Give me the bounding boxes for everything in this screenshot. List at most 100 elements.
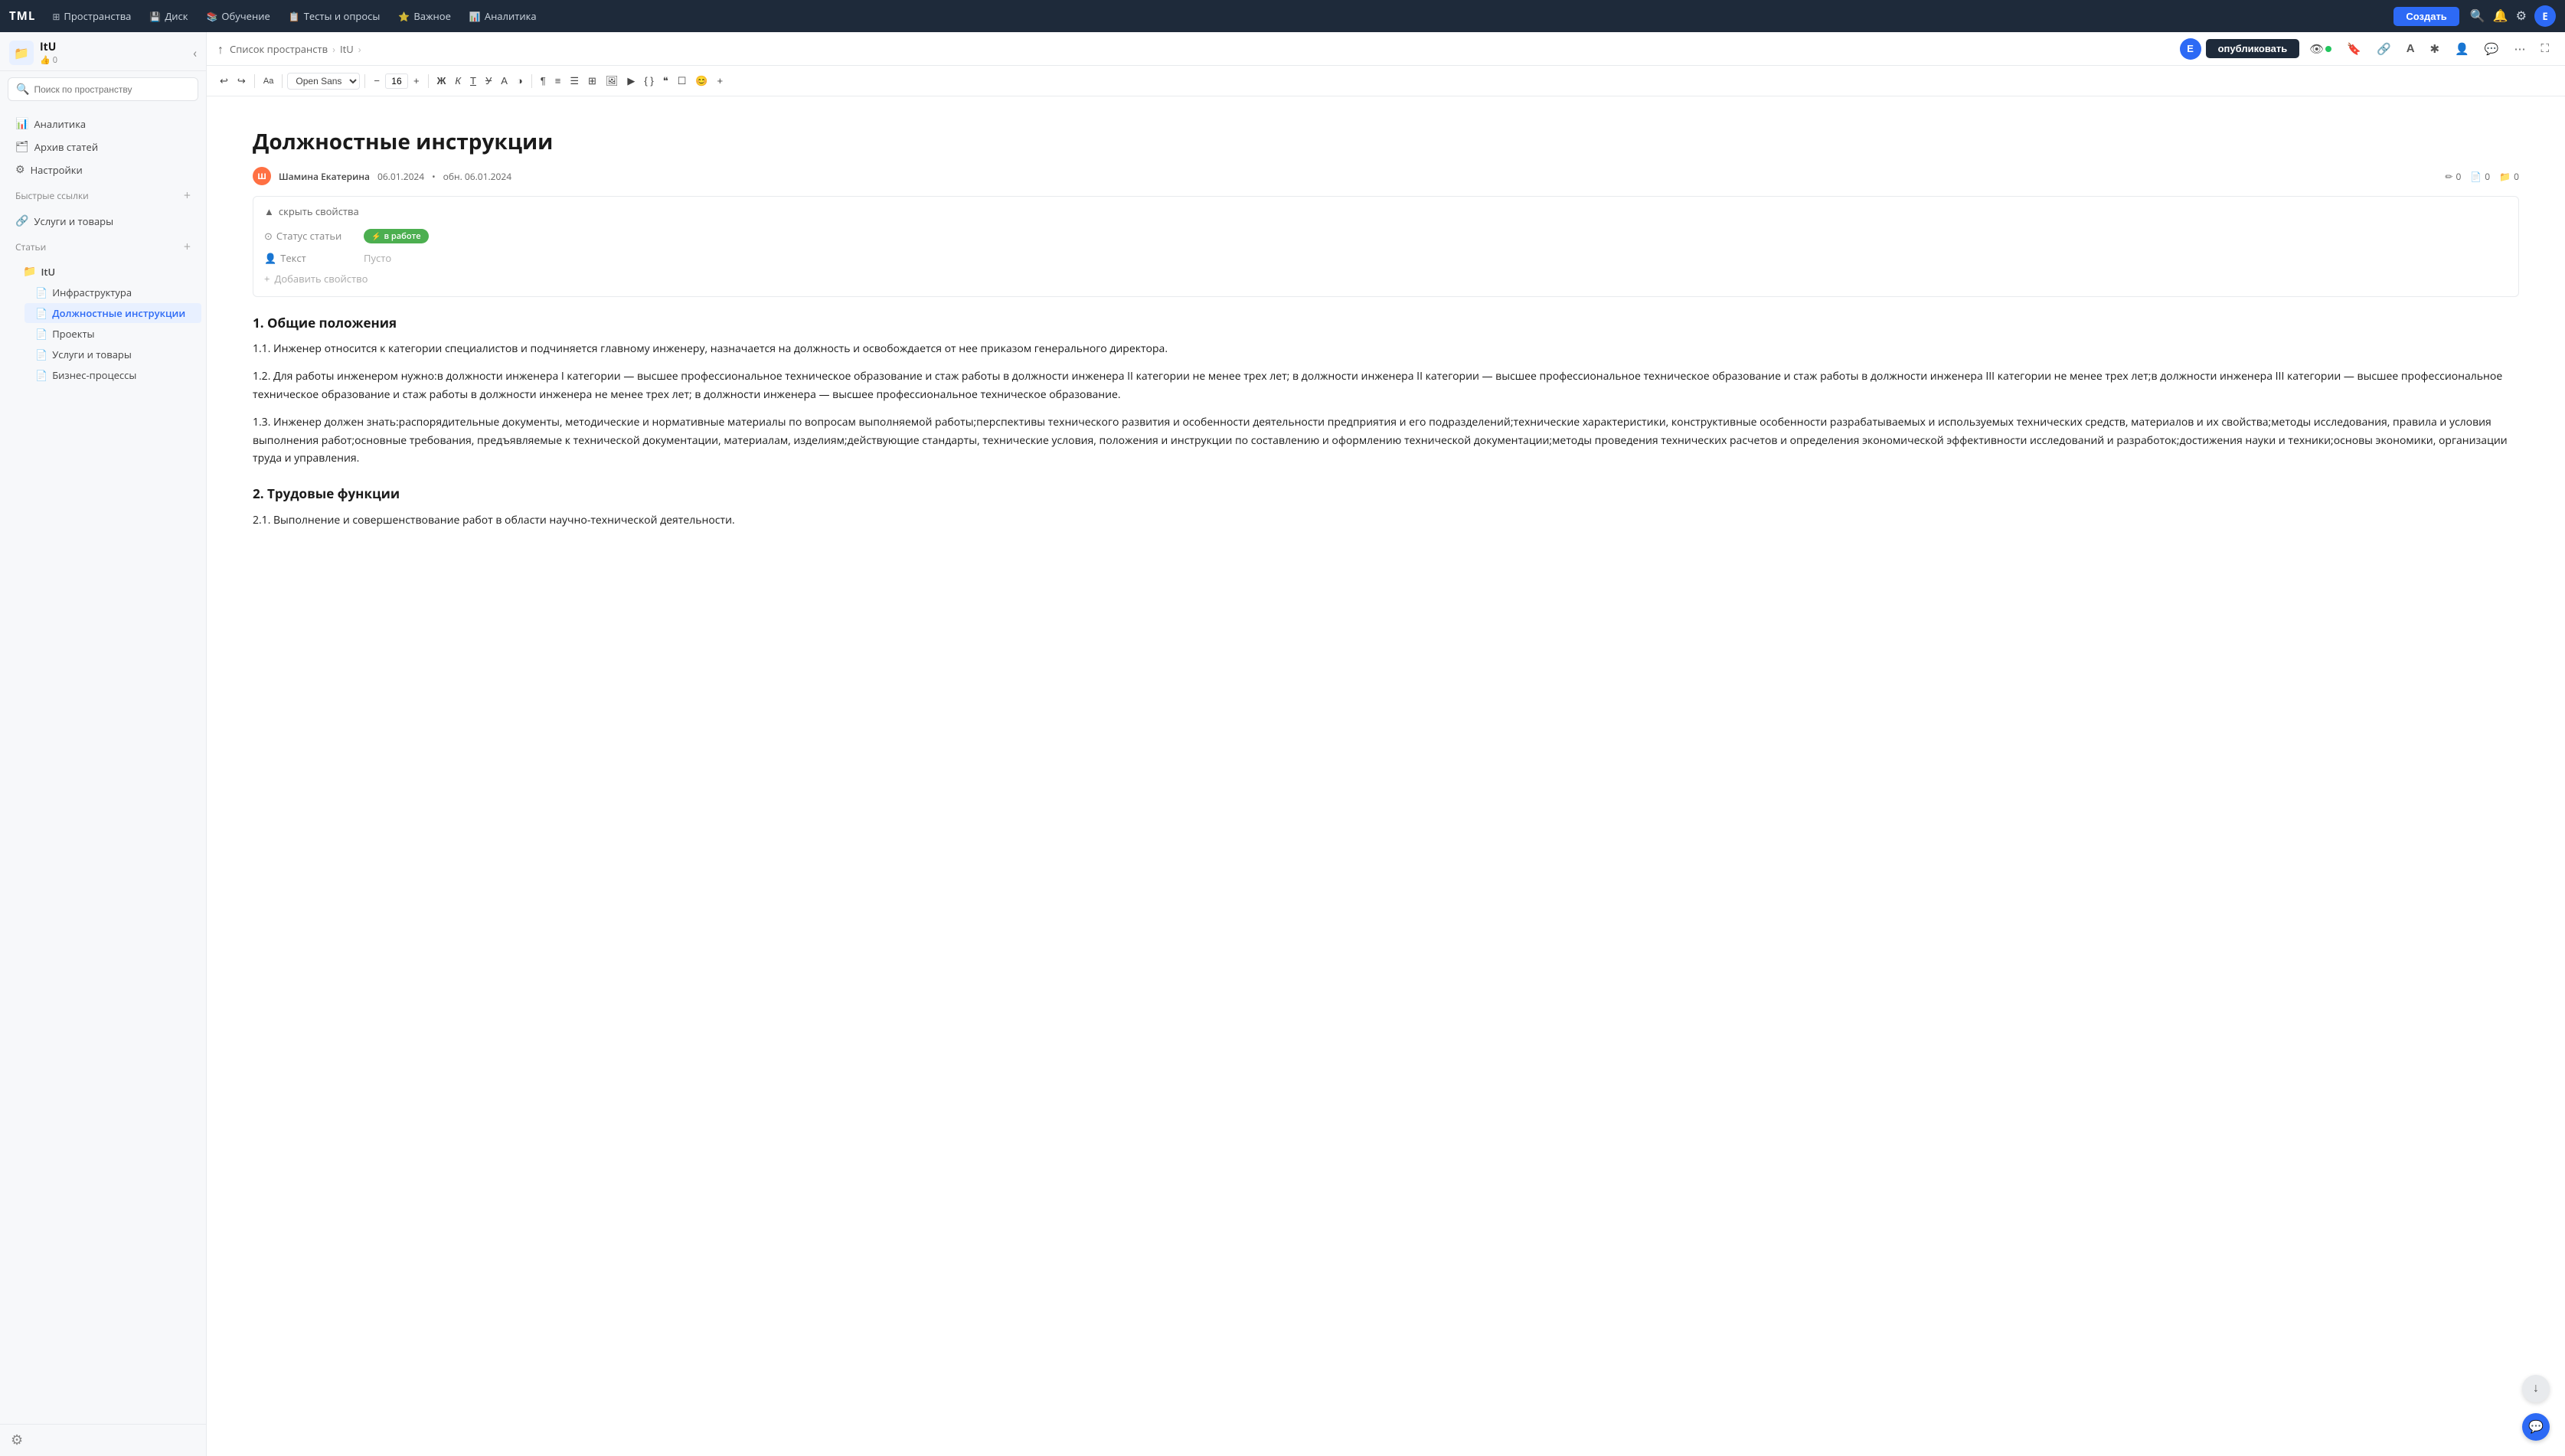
bookmark-btn[interactable]: 🔖 <box>2341 39 2367 59</box>
underline-btn[interactable]: Т <box>466 73 480 89</box>
toolbar-actions: E опубликовать 👁 🔖 🔗 A ✱ 👤 💬 ⋯ ⛶ <box>2180 38 2554 60</box>
spaces-icon: ⊞ <box>52 10 60 23</box>
copy-icon: 📄 <box>2470 170 2482 183</box>
format-btn-person[interactable]: 👤 <box>2449 39 2475 59</box>
format-btn-star[interactable]: ✱ <box>2425 39 2446 59</box>
nav-spaces[interactable]: ⊞ Пространства <box>44 6 139 26</box>
toolbar-sep2 <box>282 74 283 88</box>
space-title: ItU <box>40 40 57 54</box>
code-btn[interactable]: { } <box>640 73 657 89</box>
search-icon-btn[interactable]: 🔍 <box>2470 8 2485 24</box>
sidebar-tree: 📁 ItU 📄 Инфраструктура 📄 Должностные инс… <box>0 261 206 385</box>
user-avatar[interactable]: E <box>2534 5 2556 27</box>
settings-gear-btn[interactable]: ⚙ <box>11 1432 23 1448</box>
insert-more-btn[interactable]: + <box>714 73 727 89</box>
status-value: ⚡ в работе <box>364 228 2508 243</box>
sidebar-item-services-goods[interactable]: 📄 Услуги и товары <box>25 344 201 364</box>
sidebar-navigation: 📊 Аналитика 🗂 Архив статей ⚙ Настройки Б… <box>0 107 206 1424</box>
sidebar-search[interactable]: 🔍 <box>8 77 198 101</box>
breadcrumb-space[interactable]: ItU <box>340 42 354 56</box>
breadcrumb-spaces[interactable]: Список пространств <box>230 42 328 56</box>
bell-icon-btn[interactable]: 🔔 <box>2493 8 2508 24</box>
article-date: 06.01.2024 <box>377 170 424 183</box>
visibility-btn[interactable]: 👁 <box>2304 39 2337 59</box>
font-size-auto-btn[interactable]: Аа <box>260 74 278 88</box>
nav-tests[interactable]: 📋 Тесты и опросы <box>281 6 388 26</box>
redo-btn[interactable]: ↪ <box>234 73 250 90</box>
align-btn[interactable]: ≡ <box>551 73 565 89</box>
folder-icon: 📁 <box>23 264 36 279</box>
search-input[interactable] <box>34 84 190 95</box>
sidebar-header: 📁 ItU 👍 0 ‹ <box>0 32 206 71</box>
bold-btn[interactable]: Ж <box>433 73 450 89</box>
nav-disk[interactable]: 💾 Диск <box>142 6 195 26</box>
doc-icon: 📄 <box>35 327 47 341</box>
sidebar-toggle-btn[interactable]: ‹ <box>193 44 197 61</box>
sidebar-item-infrastructure[interactable]: 📄 Инфраструктура <box>25 282 201 302</box>
sidebar-item-archive[interactable]: 🗂 Архив статей <box>5 135 201 158</box>
format-btn-A[interactable]: A <box>2401 39 2420 58</box>
sidebar-item-business-processes[interactable]: 📄 Бизнес-процессы <box>25 365 201 385</box>
highlight-btn[interactable]: ◑ <box>513 73 527 89</box>
sidebar-item-analytics[interactable]: 📊 Аналитика <box>5 113 201 135</box>
disk-icon: 💾 <box>149 10 161 23</box>
box-btn[interactable]: ☐ <box>674 73 691 90</box>
comment-btn[interactable]: 💬 <box>2479 39 2505 59</box>
nav-important[interactable]: ⭐ Важное <box>390 6 458 26</box>
media-btn[interactable]: ▶ <box>623 73 639 90</box>
space-meta: 👍 0 <box>40 54 57 66</box>
articles-section[interactable]: Статьи + <box>5 233 201 260</box>
table-btn[interactable]: ⊞ <box>584 73 600 90</box>
nav-right-icons: 🔍 🔔 ⚙ E <box>2470 5 2556 27</box>
quote-btn[interactable]: ❝ <box>659 73 672 90</box>
chevron-up-icon: ▲ <box>264 204 274 218</box>
image-btn[interactable]: 🖼 <box>602 73 622 90</box>
scroll-down-btn[interactable]: ↓ <box>2522 1375 2550 1402</box>
font-size-increase-btn[interactable]: + <box>410 73 423 89</box>
font-family-select[interactable]: Open Sans <box>287 73 360 90</box>
italic-btn[interactable]: К <box>451 73 465 89</box>
app-logo: TML <box>9 8 35 24</box>
toolbar-sep3 <box>364 74 365 88</box>
space-icon: 📁 <box>9 41 34 65</box>
breadcrumb-up-btn[interactable]: ↑ <box>217 41 224 57</box>
articles-add-btn[interactable]: + <box>184 238 191 255</box>
settings-icon-btn[interactable]: ⚙ <box>2516 8 2527 24</box>
sidebar-item-settings[interactable]: ⚙ Настройки <box>5 158 201 181</box>
emoji-btn[interactable]: 😊 <box>691 73 711 90</box>
sidebar-folder-itu[interactable]: 📁 ItU <box>12 261 201 282</box>
chat-btn[interactable]: 💬 <box>2522 1413 2550 1441</box>
publish-button[interactable]: опубликовать <box>2206 39 2300 58</box>
strikethrough-btn[interactable]: У <box>482 73 495 89</box>
quick-links-add-btn[interactable]: + <box>184 187 191 204</box>
toolbar-user-btn[interactable]: E <box>2180 38 2201 60</box>
font-size-input[interactable] <box>385 73 408 89</box>
bullet-list-btn[interactable]: ☰ <box>566 73 583 90</box>
paragraph-btn[interactable]: ¶ <box>537 73 550 89</box>
comments-count: ✏ 0 <box>2445 170 2461 183</box>
sidebar-item-projects[interactable]: 📄 Проекты <box>25 324 201 344</box>
sidebar-item-services-link[interactable]: 🔗 Услуги и товары <box>5 210 201 232</box>
important-icon: ⭐ <box>398 10 410 23</box>
paragraph-1-1: 1.1. Инженер относится к категории специ… <box>253 340 2519 358</box>
font-size-decrease-btn[interactable]: − <box>370 73 384 89</box>
fullscreen-btn[interactable]: ⛶ <box>2535 39 2554 58</box>
undo-btn[interactable]: ↩ <box>216 73 232 90</box>
text-color-btn[interactable]: А <box>497 73 511 89</box>
paragraph-2-1: 2.1. Выполнение и совершенствование рабо… <box>253 511 2519 530</box>
create-button[interactable]: Создать <box>2393 7 2459 26</box>
breadcrumb-sep2: › <box>358 42 361 56</box>
quick-links-section[interactable]: Быстрые ссылки + <box>5 182 201 208</box>
properties-toggle[interactable]: ▲ скрыть свойства <box>264 204 2508 218</box>
nav-analytics[interactable]: 📊 Аналитика <box>462 6 544 26</box>
nav-learning[interactable]: 📚 Обучение <box>198 6 277 26</box>
sidebar-settings: ⚙ <box>0 1424 206 1456</box>
toolbar-sep1 <box>254 74 255 88</box>
link-btn[interactable]: 🔗 <box>2371 39 2397 59</box>
author-name: Шамина Екатерина <box>279 170 370 183</box>
more-btn[interactable]: ⋯ <box>2508 39 2531 59</box>
update-label: • <box>432 170 436 183</box>
add-property-btn[interactable]: + Добавить свойство <box>264 269 2508 289</box>
sidebar-item-job-instructions[interactable]: 📄 Должностные инструкции <box>25 303 201 323</box>
sidebar: 📁 ItU 👍 0 ‹ 🔍 📊 Аналитика 🗂 Архив статей <box>0 32 207 1456</box>
